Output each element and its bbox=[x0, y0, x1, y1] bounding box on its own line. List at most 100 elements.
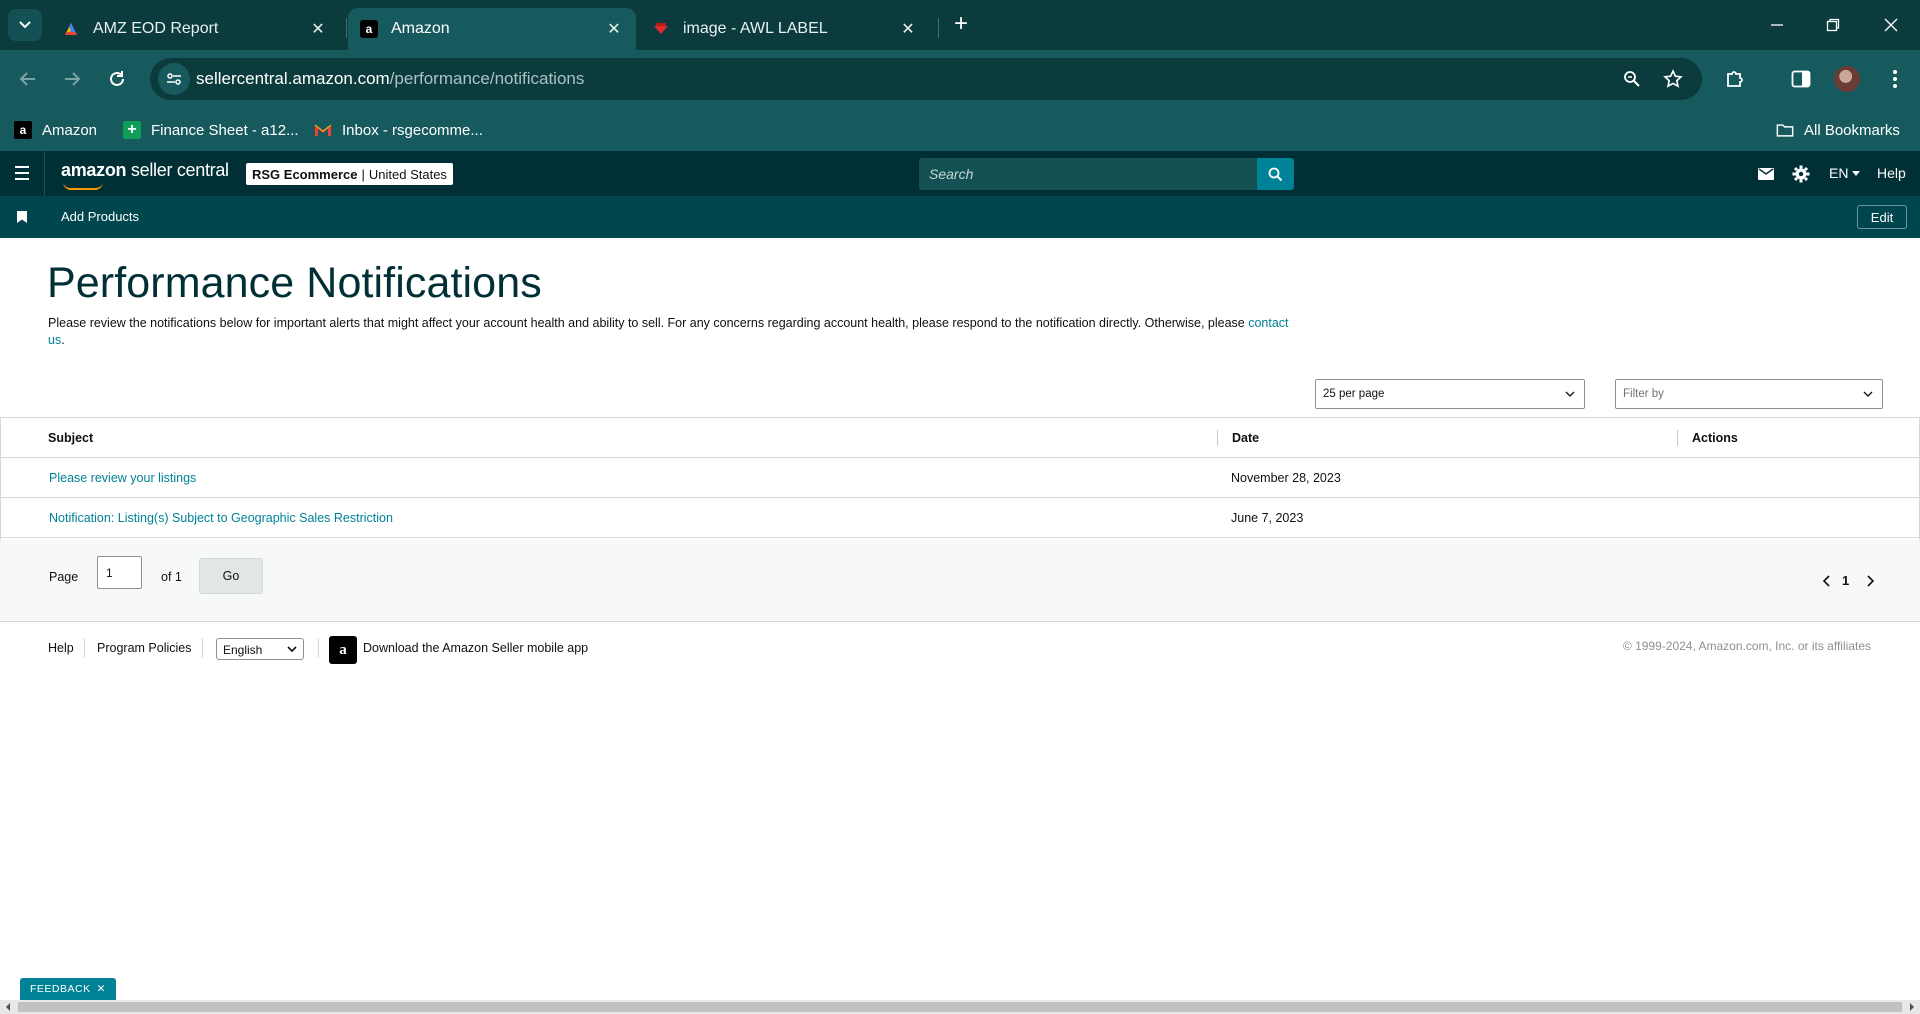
notification-date: November 28, 2023 bbox=[1231, 471, 1341, 485]
tab-close-icon[interactable]: ✕ bbox=[308, 19, 328, 39]
bookmark-label: Amazon bbox=[42, 121, 98, 139]
tab-awl-label[interactable]: image - AWL LABEL ✕ bbox=[640, 8, 930, 50]
all-bookmarks-label: All Bookmarks bbox=[1804, 121, 1900, 139]
amazon-a-icon: a bbox=[14, 121, 32, 139]
amazon-smile-icon bbox=[63, 182, 103, 190]
sheets-colorful-icon bbox=[62, 20, 80, 38]
back-button[interactable] bbox=[12, 63, 44, 95]
footer-help-link[interactable]: Help bbox=[48, 641, 74, 655]
forward-button[interactable] bbox=[56, 63, 88, 95]
go-button[interactable]: Go bbox=[199, 558, 263, 594]
filter-select[interactable]: Filter by bbox=[1615, 379, 1883, 409]
store-separator: | bbox=[361, 166, 365, 182]
per-page-select[interactable]: 25 per page bbox=[1315, 379, 1585, 409]
scrollbar-thumb[interactable] bbox=[18, 1002, 1902, 1012]
column-header-subject[interactable]: Subject bbox=[48, 431, 93, 445]
bookmark-inbox[interactable]: Inbox - rsgecomme... bbox=[314, 117, 483, 143]
settings-gear-icon[interactable] bbox=[1791, 164, 1811, 184]
mail-icon[interactable] bbox=[1756, 164, 1776, 184]
search-input[interactable] bbox=[919, 158, 1257, 190]
store-region: United States bbox=[368, 166, 447, 182]
caret-down-icon bbox=[1852, 170, 1861, 176]
tab-search-button[interactable] bbox=[8, 9, 42, 41]
amazon-seller-app-icon[interactable]: a bbox=[329, 636, 357, 664]
notification-date: June 7, 2023 bbox=[1231, 511, 1304, 525]
bookmark-star-icon[interactable] bbox=[1662, 68, 1684, 90]
pinned-add-products[interactable]: Add Products bbox=[61, 209, 139, 224]
reload-icon bbox=[110, 71, 124, 86]
tab-close-icon[interactable]: ✕ bbox=[604, 19, 624, 39]
chevron-left-icon bbox=[1822, 575, 1830, 587]
bookmark-label: Finance Sheet - a12... bbox=[151, 121, 299, 139]
intro-body: Please review the notifications below fo… bbox=[48, 316, 1249, 330]
bookmark-finance-sheet[interactable]: + Finance Sheet - a12... bbox=[123, 117, 299, 143]
address-bar[interactable]: sellercentral.amazon.com/performance/not… bbox=[150, 58, 1702, 100]
seller-central-logo[interactable]: amazon seller central bbox=[61, 160, 229, 190]
tab-amazon[interactable]: a Amazon ✕ bbox=[348, 8, 636, 50]
header-help-link[interactable]: Help bbox=[1877, 165, 1906, 181]
search-button[interactable] bbox=[1257, 158, 1294, 190]
footer-language-select[interactable]: English bbox=[216, 638, 304, 660]
page-title: Performance Notifications bbox=[47, 259, 542, 307]
notification-subject-link[interactable]: Please review your listings bbox=[49, 471, 196, 485]
close-icon[interactable]: ✕ bbox=[97, 983, 106, 995]
footer-divider bbox=[202, 638, 203, 658]
chevron-down-icon bbox=[287, 646, 297, 653]
minimize-button[interactable] bbox=[1762, 12, 1792, 38]
arrow-right-icon bbox=[65, 72, 81, 86]
table-row: Please review your listings November 28,… bbox=[0, 458, 1920, 498]
extensions-icon[interactable] bbox=[1720, 64, 1750, 94]
next-page-button[interactable] bbox=[1865, 574, 1877, 588]
url-domain: sellercentral.amazon.com bbox=[196, 69, 390, 88]
zoom-icon[interactable] bbox=[1621, 68, 1643, 90]
new-tab-button[interactable]: + bbox=[948, 12, 974, 38]
table-row: Notification: Listing(s) Subject to Geog… bbox=[0, 498, 1920, 538]
scroll-right-arrow-icon[interactable] bbox=[1907, 1002, 1917, 1012]
tab-title: AMZ EOD Report bbox=[93, 20, 219, 37]
intro-end: . bbox=[61, 333, 65, 347]
tab-title: image - AWL LABEL bbox=[683, 20, 828, 37]
page-footer: Help Program Policies English a Download… bbox=[0, 622, 1920, 676]
footer-divider bbox=[84, 638, 85, 658]
logo-prefix: amazon bbox=[61, 160, 127, 180]
hamburger-menu-icon[interactable] bbox=[12, 163, 32, 183]
download-app-link[interactable]: Download the Amazon Seller mobile app bbox=[363, 641, 588, 655]
page-label: Page bbox=[49, 570, 79, 584]
seller-central-header: amazon seller central RSG Ecommerce | Un… bbox=[0, 151, 1920, 196]
side-panel-icon[interactable] bbox=[1786, 64, 1816, 94]
chevron-down-icon bbox=[19, 21, 31, 29]
footer-divider bbox=[318, 638, 319, 658]
profile-avatar[interactable] bbox=[1834, 66, 1860, 92]
store-name: RSG Ecommerce bbox=[252, 166, 358, 182]
current-page-number[interactable]: 1 bbox=[1842, 573, 1849, 588]
restore-icon bbox=[1826, 18, 1840, 32]
folder-icon bbox=[1776, 121, 1794, 139]
reload-button[interactable] bbox=[101, 63, 133, 95]
column-header-date[interactable]: Date bbox=[1232, 431, 1259, 445]
tab-amz-eod-report[interactable]: AMZ EOD Report ✕ bbox=[50, 8, 340, 50]
edit-button[interactable]: Edit bbox=[1857, 205, 1907, 229]
bookmark-label: Inbox - rsgecomme... bbox=[342, 121, 483, 139]
program-policies-link[interactable]: Program Policies bbox=[97, 641, 191, 655]
previous-page-button[interactable] bbox=[1820, 574, 1832, 588]
header-divider bbox=[44, 151, 45, 196]
feedback-button[interactable]: FEEDBACK ✕ bbox=[20, 978, 116, 1000]
horizontal-scrollbar[interactable] bbox=[0, 1000, 1920, 1014]
language-selector[interactable]: EN bbox=[1829, 165, 1861, 181]
site-info-icon[interactable] bbox=[158, 63, 190, 95]
scroll-left-arrow-icon[interactable] bbox=[3, 1002, 13, 1012]
notification-subject-link[interactable]: Notification: Listing(s) Subject to Geog… bbox=[49, 511, 393, 525]
bookmark-amazon[interactable]: a Amazon bbox=[14, 117, 97, 143]
close-window-button[interactable] bbox=[1876, 12, 1906, 38]
amazon-a-icon: a bbox=[360, 20, 378, 38]
store-switcher[interactable]: RSG Ecommerce | United States bbox=[246, 163, 453, 185]
arrow-left-icon bbox=[19, 72, 35, 86]
column-divider bbox=[1677, 430, 1678, 446]
all-bookmarks[interactable]: All Bookmarks bbox=[1776, 117, 1900, 143]
gmail-icon bbox=[314, 121, 332, 139]
notifications-table: Subject Date Actions Please review your … bbox=[0, 417, 1920, 538]
tab-close-icon[interactable]: ✕ bbox=[898, 19, 918, 39]
restore-button[interactable] bbox=[1818, 12, 1848, 38]
page-number-input[interactable] bbox=[97, 556, 142, 589]
browser-menu-icon[interactable] bbox=[1880, 64, 1910, 94]
